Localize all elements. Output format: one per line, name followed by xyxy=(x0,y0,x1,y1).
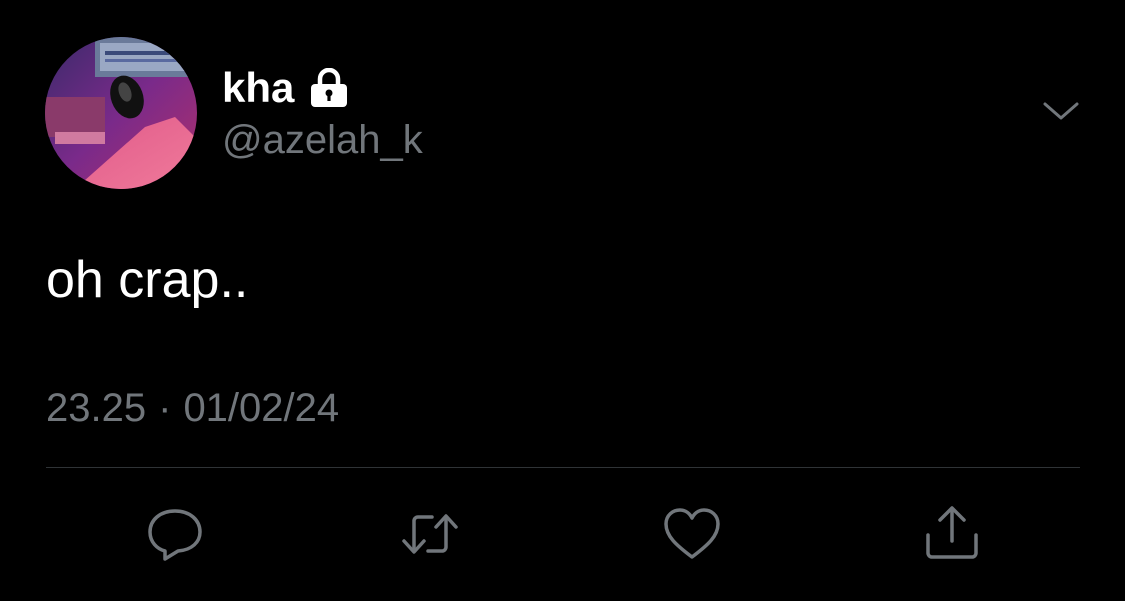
retweet-button[interactable] xyxy=(400,505,460,563)
divider xyxy=(46,467,1080,468)
chevron-down-icon[interactable] xyxy=(1041,96,1081,126)
tweet-time: 23.25 xyxy=(46,386,147,430)
share-icon xyxy=(926,506,978,559)
avatar-photo xyxy=(45,37,197,189)
user-handle[interactable]: @azelah_k xyxy=(222,118,423,163)
reply-icon xyxy=(148,509,202,561)
tweet-text: oh crap.. xyxy=(46,251,249,309)
timestamp-separator: · xyxy=(158,386,172,430)
avatar[interactable] xyxy=(45,37,197,189)
tweet-date: 01/02/24 xyxy=(183,386,340,430)
reply-button[interactable] xyxy=(145,505,205,563)
like-button[interactable] xyxy=(662,505,722,563)
timestamp[interactable]: 23.25 · 01/02/24 xyxy=(46,386,339,431)
heart-icon xyxy=(664,508,720,559)
display-name[interactable]: kha xyxy=(222,64,294,112)
retweet-icon xyxy=(402,514,458,554)
share-button[interactable] xyxy=(922,505,982,563)
lock-icon xyxy=(308,68,350,108)
